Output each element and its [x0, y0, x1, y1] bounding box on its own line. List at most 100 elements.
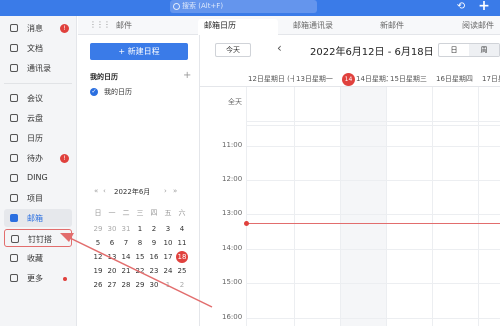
grid-line [246, 87, 247, 326]
sidebar-item-meeting[interactable]: 会议 [4, 89, 72, 107]
tab-new-mail[interactable]: 新邮件 [380, 19, 404, 35]
meeting-icon [10, 94, 18, 102]
next-month-icon[interactable]: › [164, 187, 167, 195]
current-time-line [246, 223, 500, 224]
mini-calendar-day[interactable]: 26 [91, 279, 105, 292]
all-day-label: 全天 [228, 98, 242, 106]
mini-calendar-day[interactable]: 9 [147, 237, 161, 250]
mini-calendar-day[interactable]: 6 [105, 237, 119, 250]
mini-calendar-day[interactable]: 30 [147, 279, 161, 292]
sidebar: 消息 ! 文档 通讯录 会议 云盘 日历 待办 ! DING 项目 邮箱 钉钉搭… [0, 16, 77, 326]
date-range-title: 2022年6月12日 - 6月18日 [310, 47, 434, 58]
sidebar-item-docs[interactable]: 文档 [4, 39, 72, 57]
all-day-separator [246, 121, 500, 122]
mini-calendar-day[interactable]: 24 [161, 265, 175, 278]
today-date-badge: 14 [342, 73, 355, 86]
grid-line [340, 87, 341, 326]
sidebar-item-project[interactable]: 项目 [4, 189, 72, 207]
hour-line [246, 249, 500, 250]
ding-icon [10, 174, 18, 182]
unread-badge: ! [60, 24, 69, 33]
mini-calendar-day[interactable]: 7 [119, 237, 133, 250]
mini-calendar-day[interactable]: 11 [175, 237, 189, 250]
favorites-icon [10, 254, 18, 262]
mini-calendar-day[interactable]: 1 [133, 223, 147, 236]
mini-calendar-day[interactable]: 28 [119, 279, 133, 292]
prev-month-icon[interactable]: ‹ [103, 187, 106, 195]
hour-label: 16:00 [222, 313, 243, 321]
mini-calendar-day[interactable]: 22 [133, 265, 147, 278]
day-header: 12日星期日 (十 [248, 75, 294, 83]
hour-label: 14:00 [222, 244, 243, 252]
search-input[interactable]: 搜索 (Alt+F) [170, 0, 317, 13]
weekday-label: 三 [136, 209, 144, 217]
mini-calendar-today[interactable]: 18 [176, 251, 188, 263]
mini-calendar-day[interactable]: 23 [147, 265, 161, 278]
today-column [340, 87, 386, 326]
sidebar-item-mail[interactable]: 邮箱 [4, 209, 72, 227]
mini-calendar-day[interactable]: 21 [119, 265, 133, 278]
apps-grid-icon[interactable]: ⋮⋮⋮ [89, 21, 111, 30]
sidebar-item-dingda[interactable]: 钉钉搭 [4, 229, 72, 247]
mini-calendar-day[interactable]: 4 [175, 223, 189, 236]
project-icon [10, 194, 18, 202]
mini-calendar-day[interactable]: 12 [91, 251, 105, 264]
prev-year-icon[interactable]: « [94, 187, 98, 195]
tab-mail-calendar[interactable]: 邮箱日历 [198, 19, 278, 35]
new-event-button[interactable]: + 新建日程 [90, 43, 188, 60]
sidebar-item-favorites[interactable]: 收藏 [4, 249, 72, 267]
mini-calendar-day[interactable]: 31 [119, 223, 133, 236]
add-calendar-icon[interactable]: + [183, 70, 191, 81]
mini-calendar-day[interactable]: 25 [175, 265, 189, 278]
mini-calendar-day[interactable]: 17 [161, 251, 175, 264]
tab-mail[interactable]: 邮件 [116, 19, 132, 35]
plus-icon[interactable]: + [474, 0, 494, 14]
sidebar-item-ding[interactable]: DING [4, 169, 72, 187]
mini-calendar-day[interactable]: 10 [161, 237, 175, 250]
mini-calendar-day[interactable]: 29 [91, 223, 105, 236]
grid-line [478, 87, 479, 326]
mini-calendar-day[interactable]: 30 [105, 223, 119, 236]
history-icon[interactable]: ⟲ [455, 1, 467, 13]
mini-calendar-day[interactable]: 1 [161, 279, 175, 292]
mini-calendar-nav: « ‹ 2022年6月 › » [78, 185, 200, 199]
view-day-button[interactable]: 日 [439, 44, 469, 56]
document-icon [10, 44, 18, 52]
sidebar-item-messages[interactable]: 消息 ! [4, 19, 72, 37]
hour-label: 11:00 [222, 141, 243, 149]
today-button[interactable]: 今天 [215, 43, 251, 57]
mini-calendar-day[interactable]: 15 [133, 251, 147, 264]
prev-week-icon[interactable]: ‹ [277, 41, 282, 55]
tab-read-mail[interactable]: 阅读邮件 [462, 19, 494, 35]
checkbox-checked-icon[interactable]: ✓ [90, 88, 98, 96]
mini-calendar-day[interactable]: 19 [91, 265, 105, 278]
mini-calendar-day[interactable]: 14 [119, 251, 133, 264]
weekday-label: 一 [108, 209, 116, 217]
weekday-label: 五 [164, 209, 172, 217]
mini-calendar-day[interactable]: 29 [133, 279, 147, 292]
mini-calendar-day[interactable]: 3 [161, 223, 175, 236]
mini-calendar-day[interactable]: 2 [175, 279, 189, 292]
mini-calendar-day[interactable]: 27 [105, 279, 119, 292]
mini-calendar-day[interactable]: 8 [133, 237, 147, 250]
search-icon [173, 3, 180, 10]
hour-line [246, 214, 500, 215]
mini-calendar-day[interactable]: 13 [105, 251, 119, 264]
sidebar-item-calendar[interactable]: 日历 [4, 129, 72, 147]
mini-calendar-day[interactable]: 2 [147, 223, 161, 236]
my-calendar-item[interactable]: 我的日历 [104, 87, 132, 97]
mini-calendar-day[interactable]: 16 [147, 251, 161, 264]
todo-badge: ! [60, 154, 69, 163]
view-week-button[interactable]: 周 [469, 44, 499, 56]
sidebar-item-todo[interactable]: 待办 ! [4, 149, 72, 167]
hour-label: 13:00 [222, 209, 243, 217]
current-time-dot [244, 221, 249, 226]
sidebar-item-more[interactable]: 更多 [4, 269, 72, 287]
mini-calendar-day[interactable]: 5 [91, 237, 105, 250]
sidebar-item-contacts[interactable]: 通讯录 [4, 59, 72, 77]
app-window: 搜索 (Alt+F) ⟲ + 消息 ! 文档 通讯录 会议 云盘 日历 待办 !… [0, 0, 500, 326]
sidebar-item-cloud-drive[interactable]: 云盘 [4, 109, 72, 127]
mini-calendar-day[interactable]: 20 [105, 265, 119, 278]
tab-mail-contacts[interactable]: 邮箱通讯录 [293, 19, 333, 35]
next-year-icon[interactable]: » [173, 187, 177, 195]
